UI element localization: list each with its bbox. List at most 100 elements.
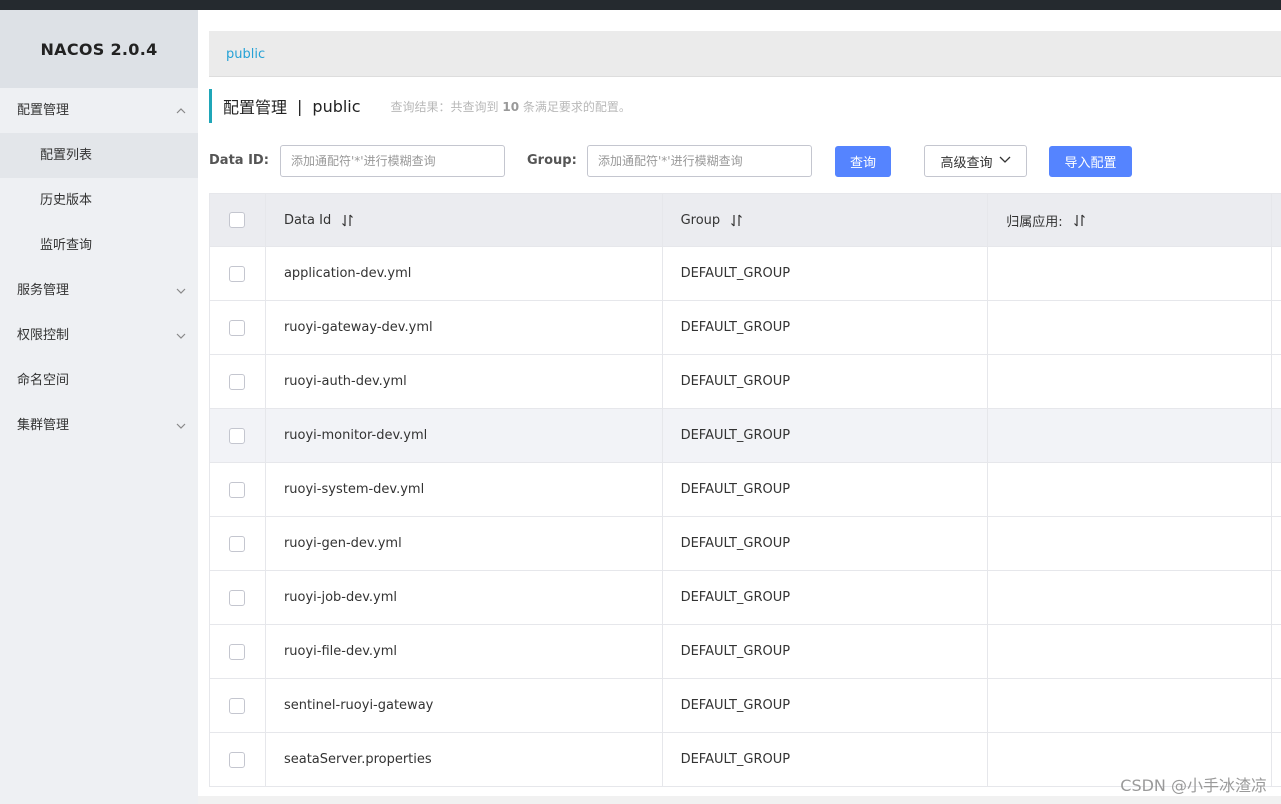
sort-icon[interactable] <box>1073 214 1086 227</box>
group-value: DEFAULT_GROUP <box>680 482 791 497</box>
data-id-cell: ruoyi-file-dev.yml <box>266 625 663 678</box>
group-cell: DEFAULT_GROUP <box>663 679 989 732</box>
data-id-value: sentinel-ruoyi-gateway <box>283 698 434 713</box>
header-overflow-cell <box>1272 194 1281 246</box>
table-row[interactable]: ruoyi-file-dev.yml DEFAULT_GROUP <box>210 625 1281 679</box>
group-cell: DEFAULT_GROUP <box>663 625 989 678</box>
group-cell: DEFAULT_GROUP <box>663 733 989 786</box>
table-row[interactable]: ruoyi-auth-dev.yml DEFAULT_GROUP <box>210 355 1281 409</box>
app-cell <box>988 409 1273 462</box>
sort-icon[interactable] <box>341 214 354 227</box>
query-button[interactable]: 查询 <box>835 146 891 177</box>
group-value: DEFAULT_GROUP <box>680 698 791 713</box>
data-id-input[interactable] <box>280 145 505 177</box>
sidebar-item-label: 集群管理 <box>17 418 70 433</box>
sidebar-item-cluster-management[interactable]: 集群管理 <box>0 403 198 448</box>
summary-count: 10 <box>502 99 520 114</box>
sidebar-item-label: 监听查询 <box>40 238 93 253</box>
overflow-cell <box>1272 679 1281 732</box>
import-config-button[interactable]: 导入配置 <box>1049 146 1132 177</box>
data-id-cell: sentinel-ruoyi-gateway <box>266 679 663 732</box>
page-title: 配置管理 <box>223 98 288 117</box>
row-checkbox[interactable] <box>229 535 246 552</box>
data-id-cell: ruoyi-system-dev.yml <box>266 463 663 516</box>
sidebar-item-label: 服务管理 <box>17 283 70 298</box>
group-cell: DEFAULT_GROUP <box>663 409 989 462</box>
result-summary: 查询结果：共查询到 10 条满足要求的配置。 <box>391 98 631 115</box>
row-checkbox[interactable] <box>229 427 246 444</box>
row-checkbox[interactable] <box>229 265 246 282</box>
app-logo[interactable]: NACOS 2.0.4 <box>0 10 198 88</box>
overflow-cell <box>1272 463 1281 516</box>
sort-icon[interactable] <box>730 214 743 227</box>
app-cell <box>988 625 1273 678</box>
summary-prefix: 查询结果：共查询到 <box>390 99 499 114</box>
namespace-link-public[interactable]: public <box>226 31 265 79</box>
table-row[interactable]: ruoyi-monitor-dev.yml DEFAULT_GROUP <box>210 409 1281 463</box>
sidebar-item-namespace[interactable]: 命名空间 <box>0 358 198 403</box>
row-checkbox[interactable] <box>229 589 246 606</box>
namespace-bar: public <box>209 31 1281 77</box>
table-row[interactable]: ruoyi-system-dev.yml DEFAULT_GROUP <box>210 463 1281 517</box>
table-row[interactable]: ruoyi-gen-dev.yml DEFAULT_GROUP <box>210 517 1281 571</box>
table-row[interactable]: ruoyi-gateway-dev.yml DEFAULT_GROUP <box>210 301 1281 355</box>
table-row[interactable]: sentinel-ruoyi-gateway DEFAULT_GROUP <box>210 679 1281 733</box>
row-checkbox[interactable] <box>229 643 246 660</box>
row-checkbox[interactable] <box>229 373 246 390</box>
header-app: 归属应用: <box>988 194 1273 246</box>
row-checkbox[interactable] <box>229 481 246 498</box>
group-value: DEFAULT_GROUP <box>680 644 791 659</box>
sidebar-item-label: 历史版本 <box>40 193 93 208</box>
row-checkbox[interactable] <box>229 751 246 768</box>
group-cell: DEFAULT_GROUP <box>663 301 989 354</box>
sidebar-item-history[interactable]: 历史版本 <box>0 178 198 223</box>
sidebar-item-service-management[interactable]: 服务管理 <box>0 268 198 313</box>
group-cell: DEFAULT_GROUP <box>663 571 989 624</box>
overflow-cell <box>1272 571 1281 624</box>
data-id-cell: ruoyi-gateway-dev.yml <box>266 301 663 354</box>
table-row[interactable]: application-dev.yml DEFAULT_GROUP <box>210 247 1281 301</box>
header-data-id: Data Id <box>266 194 663 246</box>
data-id-cell: seataServer.properties <box>266 733 663 786</box>
row-checkbox[interactable] <box>229 319 246 336</box>
data-id-cell: ruoyi-job-dev.yml <box>266 571 663 624</box>
overflow-cell <box>1272 517 1281 570</box>
title-separator: | <box>297 96 303 116</box>
sidebar-item-listener-query[interactable]: 监听查询 <box>0 223 198 268</box>
row-checkbox[interactable] <box>229 697 246 714</box>
app-cell <box>988 247 1273 300</box>
app-cell <box>988 463 1273 516</box>
chevron-down-icon <box>176 268 186 313</box>
group-value: DEFAULT_GROUP <box>680 428 791 443</box>
column-header-label: 归属应用: <box>1006 214 1063 230</box>
data-id-value: ruoyi-gen-dev.yml <box>283 536 402 551</box>
select-cell <box>210 625 266 678</box>
table-row[interactable]: ruoyi-job-dev.yml DEFAULT_GROUP <box>210 571 1281 625</box>
column-header-label: Data Id <box>283 212 332 228</box>
title-accent-bar <box>209 89 212 123</box>
select-cell <box>210 355 266 408</box>
group-input[interactable] <box>587 145 812 177</box>
group-value: DEFAULT_GROUP <box>680 590 791 605</box>
app-cell <box>988 517 1273 570</box>
sidebar-item-label: 配置列表 <box>40 148 93 163</box>
data-id-value: ruoyi-monitor-dev.yml <box>283 428 428 443</box>
sidebar-item-config-list[interactable]: 配置列表 <box>0 133 198 178</box>
advanced-query-button[interactable]: 高级查询 <box>924 145 1027 177</box>
group-value: DEFAULT_GROUP <box>680 752 791 767</box>
horizontal-scrollbar[interactable] <box>198 796 1281 804</box>
data-id-value: application-dev.yml <box>283 266 412 281</box>
summary-suffix: 条满足要求的配置。 <box>522 99 631 114</box>
group-label: Group: <box>527 153 577 168</box>
sidebar-item-config-management[interactable]: 配置管理 <box>0 88 198 133</box>
select-cell <box>210 679 266 732</box>
chevron-down-icon <box>176 403 186 448</box>
sidebar-item-access-control[interactable]: 权限控制 <box>0 313 198 358</box>
header-group: Group <box>663 194 989 246</box>
column-header-label: Group <box>680 212 721 228</box>
select-all-checkbox[interactable] <box>229 212 246 228</box>
select-cell <box>210 301 266 354</box>
group-value: DEFAULT_GROUP <box>680 536 791 551</box>
chevron-down-icon <box>999 153 1011 169</box>
chevron-up-icon <box>176 88 186 133</box>
